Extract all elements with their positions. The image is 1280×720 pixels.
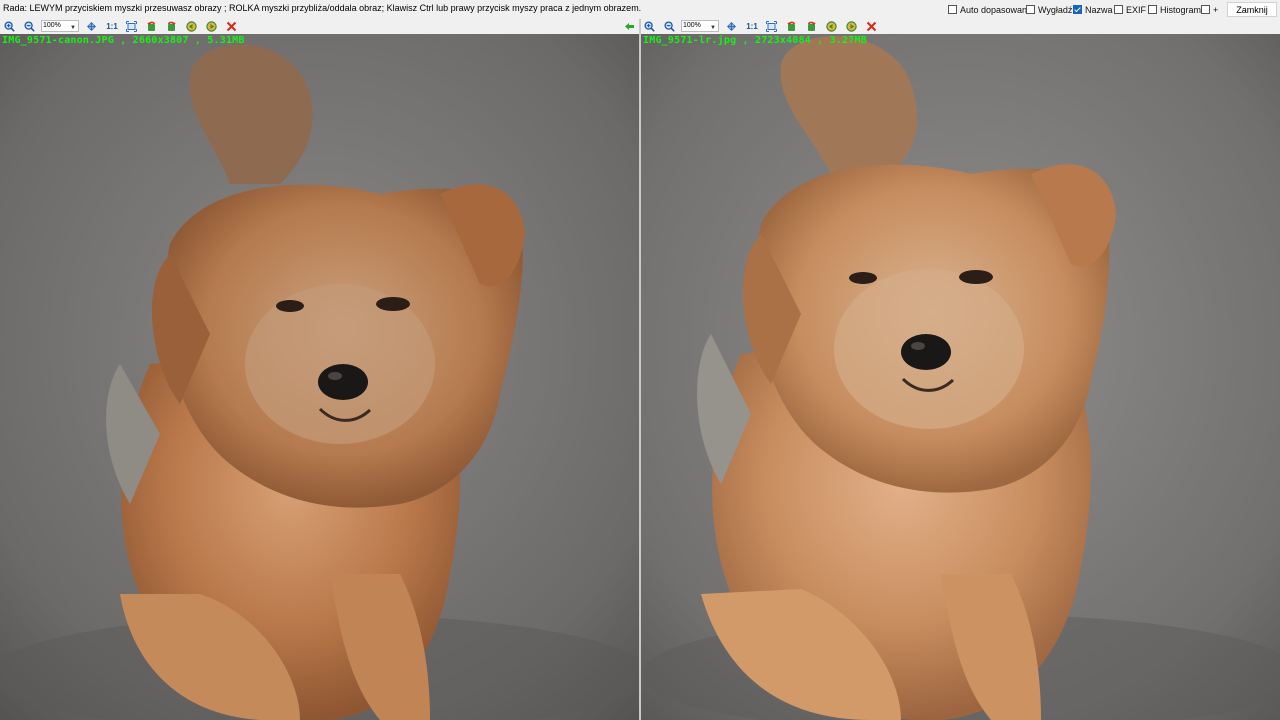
close-icon[interactable] bbox=[225, 20, 238, 33]
smooth-label: Wygładź bbox=[1038, 4, 1073, 15]
zoom-out-icon[interactable] bbox=[23, 20, 36, 33]
checkbox-box[interactable] bbox=[1201, 5, 1210, 14]
checkbox-box[interactable] bbox=[1114, 5, 1123, 14]
image-caption: IMG_9571-lr.jpg , 2723x4084 , 3.27MB bbox=[643, 35, 867, 46]
actual-size-button[interactable]: 1:1 bbox=[744, 20, 760, 33]
exif-label: EXIF bbox=[1126, 4, 1147, 15]
zoom-value: 100% bbox=[683, 22, 701, 29]
right-pane-toolbar: 100% ▼ 1:1 bbox=[641, 19, 1280, 34]
chevron-down-icon: ▼ bbox=[70, 25, 76, 31]
rotate-right-icon[interactable] bbox=[165, 20, 178, 33]
hint-text: Rada: LEWYM przyciskiem myszki przesuwas… bbox=[3, 3, 642, 13]
fit-icon[interactable] bbox=[725, 20, 738, 33]
auto-fit-checkbox[interactable]: Auto dopasowanie bbox=[948, 3, 1034, 16]
auto-fit-label: Auto dopasowanie bbox=[960, 4, 1035, 15]
flip-left-icon[interactable] bbox=[185, 20, 198, 33]
sync-arrow-left-icon[interactable] bbox=[623, 20, 636, 33]
zoom-value: 100% bbox=[43, 22, 61, 29]
histogram-checkbox[interactable]: Histogram bbox=[1148, 3, 1201, 16]
rotate-left-icon[interactable] bbox=[785, 20, 798, 33]
histogram-label: Histogram bbox=[1160, 4, 1202, 15]
dog-photo-lightroom bbox=[641, 34, 1280, 720]
zoom-in-icon[interactable] bbox=[3, 20, 16, 33]
flip-right-icon[interactable] bbox=[845, 20, 858, 33]
full-screen-icon[interactable] bbox=[125, 20, 138, 33]
dog-photo-canon bbox=[0, 34, 639, 720]
flip-left-icon[interactable] bbox=[825, 20, 838, 33]
rotate-left-icon[interactable] bbox=[145, 20, 158, 33]
exif-checkbox[interactable]: EXIF bbox=[1114, 3, 1146, 16]
image-compare-window: Rada: LEWYM przyciskiem myszki przesuwas… bbox=[0, 0, 1280, 720]
close-window-button[interactable]: Zamknij bbox=[1227, 2, 1277, 17]
left-image-pane[interactable]: IMG_9571-canon.JPG , 2660x3807 , 5.31MB bbox=[0, 34, 639, 720]
flip-right-icon[interactable] bbox=[205, 20, 218, 33]
checkbox-box[interactable] bbox=[948, 5, 957, 14]
top-options-bar: Rada: LEWYM przyciskiem myszki przesuwas… bbox=[0, 0, 1280, 20]
image-caption: IMG_9571-canon.JPG , 2660x3807 , 5.31MB bbox=[2, 35, 245, 46]
zoom-in-icon[interactable] bbox=[643, 20, 656, 33]
rotate-right-icon[interactable] bbox=[805, 20, 818, 33]
zoom-out-icon[interactable] bbox=[663, 20, 676, 33]
checkbox-box[interactable] bbox=[1148, 5, 1157, 14]
zoom-select[interactable]: 100% ▼ bbox=[681, 20, 719, 32]
actual-size-button[interactable]: 1:1 bbox=[104, 20, 120, 33]
plus-label: + bbox=[1213, 4, 1219, 15]
chevron-down-icon: ▼ bbox=[710, 25, 716, 31]
checkbox-box[interactable] bbox=[1073, 5, 1082, 14]
smooth-checkbox[interactable]: Wygładź bbox=[1026, 3, 1072, 16]
fit-icon[interactable] bbox=[85, 20, 98, 33]
checkbox-box[interactable] bbox=[1026, 5, 1035, 14]
close-icon[interactable] bbox=[865, 20, 878, 33]
plus-checkbox[interactable]: + bbox=[1201, 3, 1218, 16]
left-pane-toolbar: 100% ▼ 1:1 bbox=[0, 19, 640, 34]
right-image-pane[interactable]: IMG_9571-lr.jpg , 2723x4084 , 3.27MB bbox=[641, 34, 1280, 720]
name-checkbox[interactable]: Nazwa bbox=[1073, 3, 1113, 16]
name-label: Nazwa bbox=[1085, 4, 1113, 15]
full-screen-icon[interactable] bbox=[765, 20, 778, 33]
zoom-select[interactable]: 100% ▼ bbox=[41, 20, 79, 32]
